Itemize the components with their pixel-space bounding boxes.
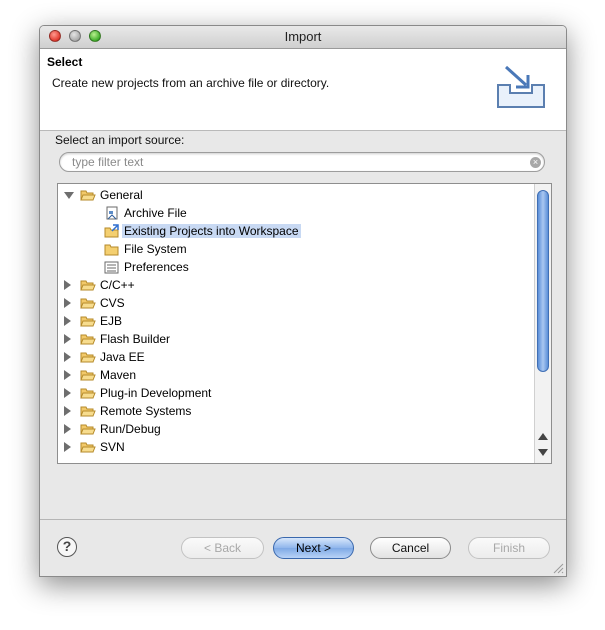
tree-item-label: Maven [100,368,137,382]
disclosure-collapsed-icon[interactable] [64,370,71,380]
tree-item-label: Flash Builder [100,332,171,346]
import-wizard-icon [497,65,545,108]
button-bar-separator [40,519,566,520]
tree-item-label: Archive File [124,206,187,220]
tree-item-label: SVN [100,440,125,454]
folder-open-icon [80,316,96,327]
folder-open-icon [80,424,96,435]
banner-description: Create new projects from an archive file… [52,76,330,90]
disclosure-expanded-icon[interactable] [64,192,74,199]
folder-open-icon [80,298,96,309]
folder-icon [104,244,119,256]
tree-item-label: Existing Projects into Workspace [122,224,301,238]
help-icon[interactable]: ? [57,537,77,557]
tree-item[interactable]: Existing Projects into Workspace [58,222,534,240]
archive-file-icon [106,206,118,220]
project-import-icon [104,224,119,238]
wizard-banner: Select Create new projects from an archi… [40,49,566,131]
folder-open-icon [80,406,96,417]
disclosure-collapsed-icon[interactable] [64,352,71,362]
scroll-down-arrow-icon[interactable] [538,449,548,456]
tree-item[interactable]: Java EE [58,348,534,366]
tree-item[interactable]: Run/Debug [58,420,534,438]
cancel-button[interactable]: Cancel [370,537,451,559]
tree-item[interactable]: CVS [58,294,534,312]
tree-item-label: C/C++ [100,278,135,292]
tree-item-label: Preferences [124,260,189,274]
import-source-label: Select an import source: [55,133,185,147]
folder-open-icon [80,370,96,381]
tree-item-label: Run/Debug [100,422,161,436]
title-bar[interactable]: Import [40,26,566,49]
tree-item[interactable]: Flash Builder [58,330,534,348]
tree-item[interactable]: Preferences [58,258,534,276]
import-dialog: Import Select Create new projects from a… [39,25,567,577]
disclosure-collapsed-icon[interactable] [64,334,71,344]
tree-item[interactable]: Remote Systems [58,402,534,420]
folder-open-icon [80,280,96,291]
tree-item[interactable]: Maven [58,366,534,384]
disclosure-collapsed-icon[interactable] [64,298,71,308]
finish-button[interactable]: Finish [468,537,550,559]
import-source-tree[interactable]: General Archive File Existing Projects int… [57,183,552,464]
tree-item[interactable]: EJB [58,312,534,330]
tree-scrollbar[interactable] [534,184,551,463]
folder-open-icon [80,334,96,345]
tree-item-label: Java EE [100,350,145,364]
disclosure-collapsed-icon[interactable] [64,406,71,416]
resize-grip-icon[interactable] [552,562,564,574]
tree-item-label: CVS [100,296,125,310]
tree-item[interactable]: General [58,186,534,204]
tree-item[interactable]: Archive File [58,204,534,222]
disclosure-collapsed-icon[interactable] [64,442,71,452]
tree-item-label: General [100,188,143,202]
preferences-icon [104,261,119,274]
folder-open-icon [80,388,96,399]
disclosure-collapsed-icon[interactable] [64,424,71,434]
clear-filter-icon[interactable]: × [530,157,541,168]
folder-open-icon [80,352,96,363]
tree-item[interactable]: SVN [58,438,534,456]
disclosure-collapsed-icon[interactable] [64,280,71,290]
tree-item[interactable]: File System [58,240,534,258]
filter-input[interactable] [59,152,545,172]
back-button[interactable]: < Back [181,537,264,559]
banner-title: Select [47,55,83,69]
window-title: Import [284,29,322,44]
tree-item-label: File System [124,242,187,256]
tree-item-label: Remote Systems [100,404,192,418]
tree-item[interactable]: C/C++ [58,276,534,294]
tree-item-label: Plug-in Development [100,386,212,400]
next-button[interactable]: Next > [273,537,354,559]
tree-item[interactable]: Plug-in Development [58,384,534,402]
disclosure-collapsed-icon[interactable] [64,388,71,398]
scrollbar-thumb[interactable] [537,190,549,372]
disclosure-collapsed-icon[interactable] [64,316,71,326]
folder-open-icon [80,190,96,201]
scroll-up-arrow-icon[interactable] [538,433,548,440]
folder-open-icon [80,442,96,453]
tree-item-label: EJB [100,314,123,328]
